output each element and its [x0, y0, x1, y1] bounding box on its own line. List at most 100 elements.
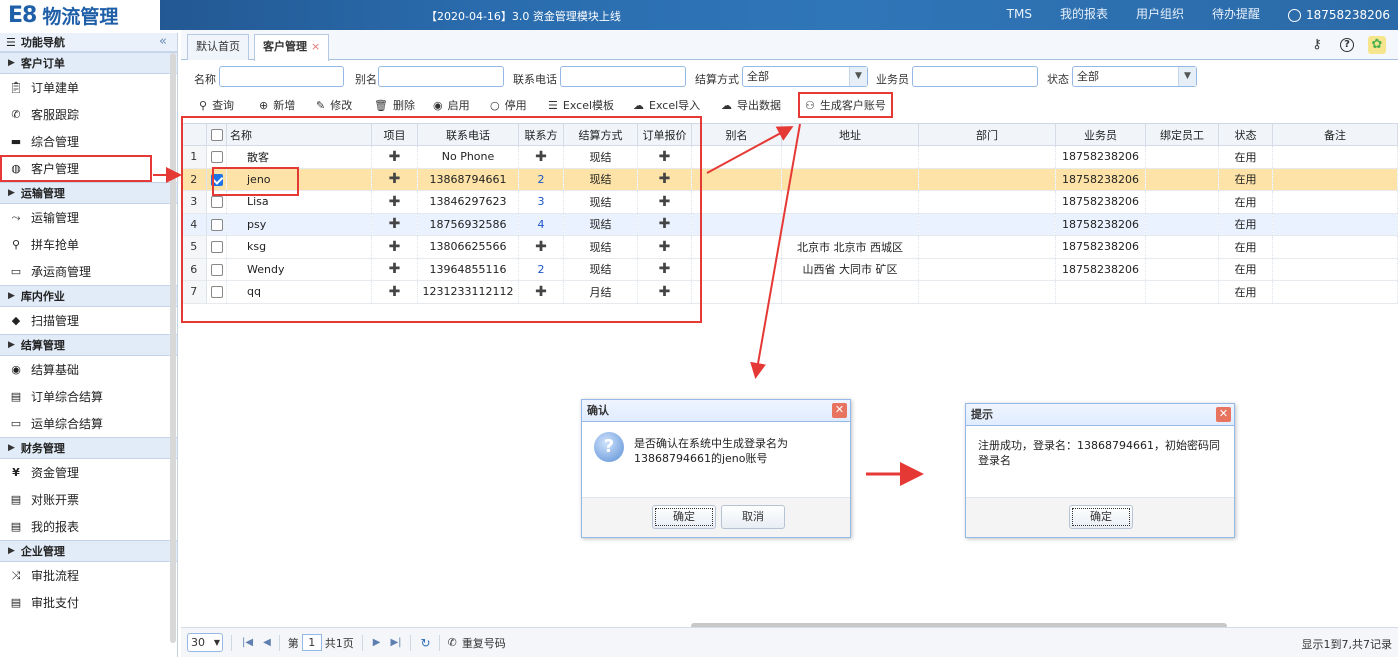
- cell-staff[interactable]: [1145, 213, 1219, 236]
- filter-phone-input[interactable]: [560, 66, 686, 87]
- checkbox[interactable]: [210, 196, 223, 209]
- cell-settle[interactable]: 现结: [563, 145, 638, 169]
- cell-sales[interactable]: 18758238206: [1055, 168, 1146, 191]
- filter-alias-input[interactable]: [378, 66, 504, 87]
- cell-action[interactable]: ✚: [637, 145, 692, 169]
- cell-remark[interactable]: [1272, 258, 1398, 281]
- sidebar-group-customer-orders[interactable]: ▶ 客户订单: [0, 52, 177, 74]
- close-icon[interactable]: ✕: [1216, 407, 1231, 422]
- row-number[interactable]: 1: [181, 145, 207, 169]
- sidebar-group-transport[interactable]: ▶ 运输管理: [0, 182, 177, 204]
- quote-plus-icon[interactable]: ✚: [659, 284, 671, 300]
- project-plus-icon[interactable]: ✚: [389, 149, 401, 165]
- cell-contact[interactable]: 2: [518, 168, 564, 191]
- refresh-icon[interactable]: ↻: [421, 636, 431, 650]
- cell-settle[interactable]: 现结: [563, 168, 638, 191]
- delete-button[interactable]: 🗑︎ 删除: [374, 97, 415, 113]
- cell-dept[interactable]: [918, 280, 1056, 304]
- cell-checkbox[interactable]: [206, 235, 227, 259]
- cell-dept[interactable]: [918, 168, 1056, 191]
- cell-staff[interactable]: [1145, 190, 1219, 214]
- cell-name[interactable]: jeno: [226, 168, 372, 191]
- confirm-cancel-button[interactable]: 取消: [721, 505, 785, 529]
- cell-phone[interactable]: 13846297623: [417, 190, 519, 214]
- tab-home[interactable]: 默认首页: [187, 34, 249, 60]
- cell-phone[interactable]: 18756932586: [417, 213, 519, 236]
- cell-remark[interactable]: [1272, 280, 1398, 304]
- contact-plus-icon[interactable]: ✚: [535, 284, 547, 300]
- col-header-settle[interactable]: 结算方式: [563, 123, 638, 146]
- cell-address[interactable]: [781, 213, 919, 236]
- cell-phone[interactable]: No Phone: [417, 145, 519, 169]
- cell-action[interactable]: ✚: [371, 280, 418, 304]
- col-header-project[interactable]: 项目: [371, 123, 418, 146]
- row-number[interactable]: 3: [181, 190, 207, 214]
- row-number[interactable]: 7: [181, 280, 207, 304]
- cell-phone[interactable]: 13868794661: [417, 168, 519, 191]
- sidebar-item-settle-basics[interactable]: ◉ 结算基础: [0, 356, 177, 383]
- project-plus-icon[interactable]: ✚: [389, 239, 401, 255]
- checkbox[interactable]: [210, 263, 223, 276]
- cell-status[interactable]: 在用: [1218, 235, 1273, 259]
- edit-button[interactable]: ✎ 修改: [316, 97, 352, 113]
- quote-plus-icon[interactable]: ✚: [659, 216, 671, 232]
- quote-plus-icon[interactable]: ✚: [659, 171, 671, 187]
- sidebar-group-warehouse[interactable]: ▶ 库内作业: [0, 285, 177, 307]
- col-header-alias[interactable]: 别名: [691, 123, 782, 146]
- close-icon[interactable]: ×: [311, 40, 320, 53]
- sidebar-item-funds-mgmt[interactable]: ¥ 资金管理: [0, 459, 177, 486]
- cell-phone[interactable]: 13964855116: [417, 258, 519, 281]
- filter-sales-input[interactable]: [912, 66, 1038, 87]
- page-number-input[interactable]: 1: [301, 634, 322, 651]
- cell-dept[interactable]: [918, 235, 1056, 259]
- first-page-icon[interactable]: |◀: [242, 637, 253, 648]
- contact-plus-icon[interactable]: ✚: [535, 239, 547, 255]
- sidebar-item-approval-pay[interactable]: ▤ 审批支付: [0, 589, 177, 616]
- quote-plus-icon[interactable]: ✚: [659, 261, 671, 277]
- topnav-my-reports[interactable]: 我的报表: [1046, 0, 1122, 30]
- cell-name[interactable]: ksg: [226, 235, 372, 259]
- cell-name[interactable]: qq: [226, 280, 372, 304]
- cell-checkbox[interactable]: [206, 280, 227, 304]
- quote-plus-icon[interactable]: ✚: [659, 239, 671, 255]
- sidebar-item-approval-flow[interactable]: ⤨ 审批流程: [0, 562, 177, 589]
- sidebar-item-carpool[interactable]: ⚲ 拼车抢单: [0, 231, 177, 258]
- cell-sales[interactable]: 18758238206: [1055, 235, 1146, 259]
- cell-action[interactable]: ✚: [518, 235, 564, 259]
- confirm-ok-button[interactable]: 确定: [652, 505, 716, 529]
- row-number[interactable]: 5: [181, 235, 207, 259]
- excel-template-button[interactable]: ☰ Excel模板: [548, 97, 614, 113]
- table-row[interactable]: 3 Lisa ✚ 13846297623 3 现结 ✚ 18758238206 在用: [181, 190, 1398, 214]
- sidebar-item-my-reports[interactable]: ▤ 我的报表: [0, 513, 177, 540]
- cell-sales[interactable]: 18758238206: [1055, 213, 1146, 236]
- cell-action[interactable]: ✚: [637, 213, 692, 236]
- col-header-name[interactable]: 名称: [226, 123, 372, 146]
- cell-action[interactable]: ✚: [371, 168, 418, 191]
- sidebar-item-general-mgmt[interactable]: ▬ 综合管理: [0, 128, 177, 155]
- collapse-icon[interactable]: «: [159, 34, 167, 49]
- cell-status[interactable]: 在用: [1218, 213, 1273, 236]
- col-header-sales[interactable]: 业务员: [1055, 123, 1146, 146]
- help-icon[interactable]: ?: [1340, 38, 1354, 52]
- sidebar-item-service-track[interactable]: ✆ 客服跟踪: [0, 101, 177, 128]
- cell-alias[interactable]: [691, 168, 782, 191]
- cell-action[interactable]: ✚: [371, 190, 418, 214]
- cell-alias[interactable]: [691, 235, 782, 259]
- page-size-select[interactable]: 30 ▼: [187, 633, 223, 652]
- topnav-user-org[interactable]: 用户组织: [1122, 0, 1198, 30]
- cell-remark[interactable]: [1272, 190, 1398, 214]
- cell-checkbox[interactable]: [206, 258, 227, 281]
- header-checkbox[interactable]: [206, 123, 227, 146]
- cell-address[interactable]: 山西省 大同市 矿区: [781, 258, 919, 281]
- project-plus-icon[interactable]: ✚: [389, 194, 401, 210]
- cell-sales[interactable]: 18758238206: [1055, 190, 1146, 214]
- cell-action[interactable]: ✚: [371, 235, 418, 259]
- add-button[interactable]: ⊕ 新增: [259, 97, 295, 113]
- cell-action[interactable]: ✚: [371, 258, 418, 281]
- project-plus-icon[interactable]: ✚: [389, 171, 401, 187]
- sidebar-item-customer-mgmt[interactable]: ◍ 客户管理: [0, 155, 152, 182]
- generate-account-button[interactable]: ⚇ 生成客户账号: [798, 92, 893, 118]
- col-header-remark[interactable]: 备注: [1272, 123, 1398, 146]
- cell-action[interactable]: ✚: [637, 168, 692, 191]
- last-page-icon[interactable]: ▶|: [390, 637, 401, 648]
